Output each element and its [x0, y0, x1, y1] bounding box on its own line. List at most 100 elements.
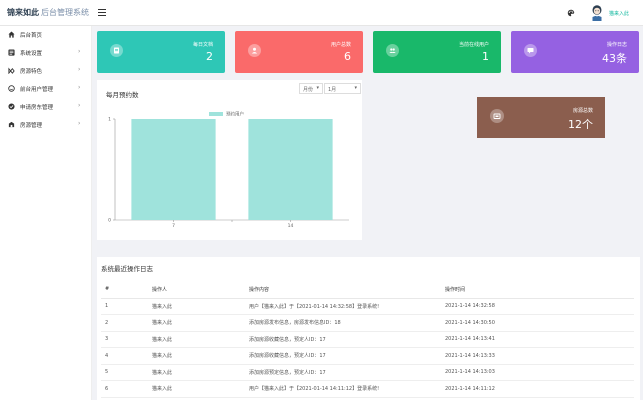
menu-icon[interactable] [98, 9, 106, 16]
home-icon [8, 31, 15, 38]
sidebar-item-label: 房源管理 [20, 123, 43, 129]
table-cell: 2021-1-14 14:13:03 [441, 364, 634, 381]
y-tick-label: 0 [108, 218, 111, 224]
bar [131, 119, 216, 220]
month-value: 1月 [328, 87, 337, 93]
chart-title: 每月预约数 [106, 91, 139, 99]
feature-icon [8, 67, 15, 74]
sidebar-item-front-users[interactable]: 前台用户管理 › [0, 80, 92, 98]
monthly-bookings-panel: 每月预约数 月份 ▾ 1月 ▾ 0 1 7 14 预约用户 [97, 80, 362, 240]
sidebar-item-label: 前台用户管理 [20, 87, 54, 93]
sidebar-item-home[interactable]: 后台首页 [0, 26, 92, 44]
table-cell: 猫来入此 [148, 364, 245, 381]
month-select[interactable]: 月份 ▾ [299, 83, 323, 94]
stat-card-value: 43条 [602, 52, 627, 65]
column-header: 操作内容 [245, 281, 441, 299]
stat-card-title: 用户总数 [330, 42, 351, 48]
table-cell: 5 [101, 364, 148, 381]
stat-card-online-users[interactable]: 当前在线用户 1 [373, 31, 501, 73]
operation-log-panel: 系统最近操作日志 # 操作人 操作内容 操作时间 1 猫来入此 用户【猫来入此】于【… [97, 257, 640, 400]
user-icon [8, 85, 15, 92]
table-cell: 用户【猫来入此】于【2021-01-14 14:11:12】登录系统! [245, 380, 441, 398]
stat-card-value: 6 [344, 50, 351, 63]
stat-card-value: 1 [482, 50, 489, 63]
x-tick-label: 7 [172, 223, 175, 229]
table-row: 3 猫来入此 添加房源收藏信息，预定人ID：17 2021-1-14 14:13:41 [101, 331, 634, 348]
table-cell: 2021-1-14 14:32:58 [441, 298, 634, 315]
palette-icon[interactable] [567, 9, 575, 17]
stat-card-operation-logs[interactable]: 操作日志 43条 [511, 31, 639, 73]
sidebar-item-system-settings[interactable]: 系统设置 › [0, 44, 92, 62]
chevron-down-icon: ▾ [354, 85, 357, 91]
house-icon [490, 109, 504, 123]
sidebar-item-house-management[interactable]: 房源管理 › [0, 116, 92, 134]
avatar[interactable] [591, 5, 603, 21]
month-value-select[interactable]: 1月 ▾ [324, 83, 361, 94]
table-cell: 4 [101, 347, 148, 365]
table-cell: 猫来入此 [148, 331, 245, 348]
building-icon [8, 121, 15, 128]
chevron-right-icon: › [78, 48, 81, 55]
table-cell: 添加房源收藏信息，预定人ID：17 [245, 331, 441, 348]
legend-label: 预约用户 [226, 111, 244, 118]
operation-log-table: # 操作人 操作内容 操作时间 1 猫来入此 用户【猫来入此】于【2021-01-1… [101, 281, 634, 398]
table-cell: 2021-1-14 14:11:12 [441, 380, 634, 398]
sidebar-item-label: 房源特色 [20, 69, 43, 75]
sidebar-item-house-features[interactable]: 房源特色 › [0, 62, 92, 80]
logo[interactable]: 锦来如此 后台管理系统 [7, 7, 89, 18]
table-cell: 添加房源预定信息，预定人ID：17 [245, 364, 441, 381]
table-cell: 6 [101, 380, 148, 398]
stat-card-total-users[interactable]: 用户总数 6 [235, 31, 363, 73]
stat-card-daily-docs[interactable]: 每日文档 2 [97, 31, 225, 73]
sidebar-item-landlord-applications[interactable]: 申请房东管理 › [0, 98, 92, 116]
legend-swatch [209, 112, 223, 116]
table-cell: 1 [101, 298, 148, 315]
table-cell: 用户【猫来入此】于【2021-01-14 14:32:58】登录系统! [245, 298, 441, 315]
user-name[interactable]: 猫来入此 [609, 10, 629, 17]
column-header: # [101, 281, 148, 299]
table-cell: 2021-1-14 14:13:41 [441, 331, 634, 348]
sidebar-item-label: 后台首页 [20, 33, 43, 39]
table-row: 4 猫来入此 添加房源收藏信息，预定人ID：17 2021-1-14 14:13:33 [101, 347, 634, 365]
table-cell: 添加房源收藏信息，预定人ID：17 [245, 347, 441, 365]
user-icon [248, 44, 261, 57]
month-select-label: 月份 [303, 87, 314, 93]
sidebar-item-label: 系统设置 [20, 51, 43, 57]
stat-card-title: 当前在线用户 [458, 42, 489, 48]
stat-card-value: 12个 [568, 118, 593, 131]
table-cell: 3 [101, 331, 148, 348]
chevron-right-icon: › [78, 102, 81, 109]
table-row: 6 猫来入此 用户【猫来入此】于【2021-01-14 14:11:12】登录系统!… [101, 380, 634, 398]
table-cell: 猫来入此 [148, 380, 245, 398]
stat-card-title: 每日文档 [192, 42, 213, 48]
sidebar: 后台首页 系统设置 › 房源特色 › 前台用户管理 › 申请房东管理 › 房源管… [0, 26, 92, 400]
stat-card-title: 房源总数 [572, 108, 593, 114]
sidebar-item-label: 申请房东管理 [20, 105, 54, 111]
table-cell: 猫来入此 [148, 314, 245, 332]
chevron-right-icon: › [78, 66, 81, 73]
table-cell: 2021-1-14 14:30:50 [441, 314, 634, 332]
table-cell: 猫来入此 [148, 347, 245, 365]
table-header-row: # 操作人 操作内容 操作时间 [101, 281, 634, 299]
y-tick-label: 1 [108, 117, 111, 123]
table-row: 5 猫来入此 添加房源预定信息，预定人ID：17 2021-1-14 14:13:03 [101, 364, 634, 381]
message-icon [524, 44, 537, 57]
stat-card-total-houses[interactable]: 房源总数 12个 [477, 97, 605, 138]
table-cell: 猫来入此 [148, 298, 245, 315]
chevron-right-icon: › [78, 120, 81, 127]
top-bar: 锦来如此 后台管理系统 猫来入此 [0, 0, 643, 26]
logo-system-name: 后台管理系统 [41, 8, 89, 17]
chevron-down-icon: ▾ [316, 85, 319, 91]
column-header: 操作人 [148, 281, 245, 299]
table-cell: 添加房源发布信息，房源发布信息ID：18 [245, 314, 441, 332]
bar [248, 119, 333, 220]
x-tick-label: 14 [288, 223, 294, 229]
table-row: 1 猫来入此 用户【猫来入此】于【2021-01-14 14:32:58】登录系统!… [101, 298, 634, 315]
column-header: 操作时间 [441, 281, 634, 299]
bar-chart: 0 1 7 14 预约用户 [108, 111, 349, 229]
stat-card-title: 操作日志 [606, 42, 627, 48]
table-cell: 2021-1-14 14:13:33 [441, 347, 634, 365]
chevron-right-icon: › [78, 84, 81, 91]
users-icon [386, 44, 399, 57]
stat-card-value: 2 [206, 50, 213, 63]
